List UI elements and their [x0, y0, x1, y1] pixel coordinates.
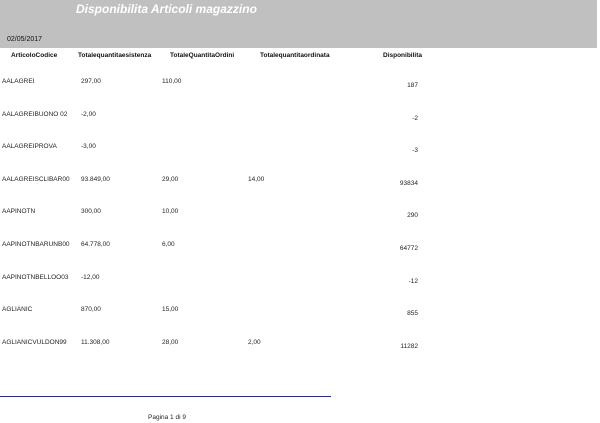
cell-esistenza: -2,00	[81, 110, 96, 118]
table-row: AGLIANICVULDON99 11.308,00 28,00 2,00 11282	[0, 339, 600, 351]
cell-esistenza: 300,00	[81, 208, 101, 216]
cell-esistenza: -3,00	[81, 143, 96, 151]
cell-ordini: 15,00	[162, 306, 179, 314]
footer-divider	[0, 396, 331, 397]
table-row: AALAGREISCLIBAR00 93.849,00 29,00 14,00 9383…	[0, 176, 600, 188]
cell-disponibilita: 290	[407, 212, 418, 220]
cell-ordini: 110,00	[162, 78, 182, 85]
table-row: AAPINOTNBARUNB00 64.778,00 6,00 64772	[0, 241, 600, 253]
cell-codice: AALAGREI	[2, 78, 35, 85]
column-header-disponibilita: Disponibilita	[383, 52, 422, 59]
cell-disponibilita: 93834	[399, 179, 418, 187]
cell-codice: AGLIANIC	[2, 306, 33, 314]
cell-disponibilita: -12	[408, 277, 418, 285]
report-title: Disponibilita Articoli magazzino	[76, 2, 257, 16]
cell-esistenza: 11.308,00	[81, 338, 110, 346]
cell-disponibilita: -2	[412, 114, 418, 122]
table-row: AAPINOTN 300,00 10,00 290	[0, 208, 600, 220]
page-number: Pagina 1 di 9	[148, 414, 186, 421]
cell-disponibilita: 855	[407, 310, 418, 318]
table-row: AAPINOTNBELLOO03 -12,00 -12	[0, 274, 600, 286]
cell-codice: AALAGREISCLIBAR00	[2, 175, 70, 183]
cell-esistenza: 93.849,00	[81, 175, 110, 183]
cell-codice: AAPINOTNBARUNB00	[2, 241, 70, 248]
cell-ordinata: 14,00	[248, 175, 265, 183]
cell-ordini: 6,00	[162, 241, 175, 248]
cell-disponibilita: -3	[412, 147, 418, 155]
table-row: AALAGREI 297,00 110,00 187	[0, 78, 600, 90]
column-header-ordinata: Totalequantitaordinata	[260, 52, 330, 59]
cell-codice: AGLIANICVULDON99	[2, 338, 67, 346]
cell-ordinata: 2,00	[248, 338, 261, 346]
column-header-codice: ArticoloCodice	[11, 52, 58, 59]
table-row: AGLIANIC 870,00 15,00 855	[0, 306, 600, 318]
cell-codice: AALAGREIPROVA	[2, 143, 57, 151]
cell-esistenza: 297,00	[81, 78, 101, 85]
table-row: AALAGREIBUONO 02 -2,00 -2	[0, 111, 600, 123]
cell-codice: AAPINOTN	[2, 208, 36, 216]
cell-esistenza: 870,00	[81, 306, 101, 314]
cell-codice: AAPINOTNBELLOO03	[2, 273, 69, 281]
cell-esistenza: 64.778,00	[81, 241, 110, 248]
report-header-banner: Disponibilita Articoli magazzino 02/05/2…	[0, 0, 597, 48]
cell-disponibilita: 64772	[399, 245, 418, 252]
cell-disponibilita: 11282	[400, 342, 418, 350]
cell-ordini: 28,00	[162, 338, 179, 346]
table-row: AALAGREIPROVA -3,00 -3	[0, 143, 600, 155]
cell-disponibilita: 187	[407, 82, 418, 89]
report-date: 02/05/2017	[7, 36, 43, 43]
cell-ordini: 29,00	[162, 175, 179, 183]
cell-ordini: 10,00	[162, 208, 179, 216]
column-header-esistenza: Totalequantitaesistenza	[78, 52, 152, 59]
column-header-ordini: TotaleQuantitaOrdini	[170, 52, 235, 59]
cell-esistenza: -12,00	[81, 273, 100, 281]
cell-codice: AALAGREIBUONO 02	[2, 110, 68, 118]
